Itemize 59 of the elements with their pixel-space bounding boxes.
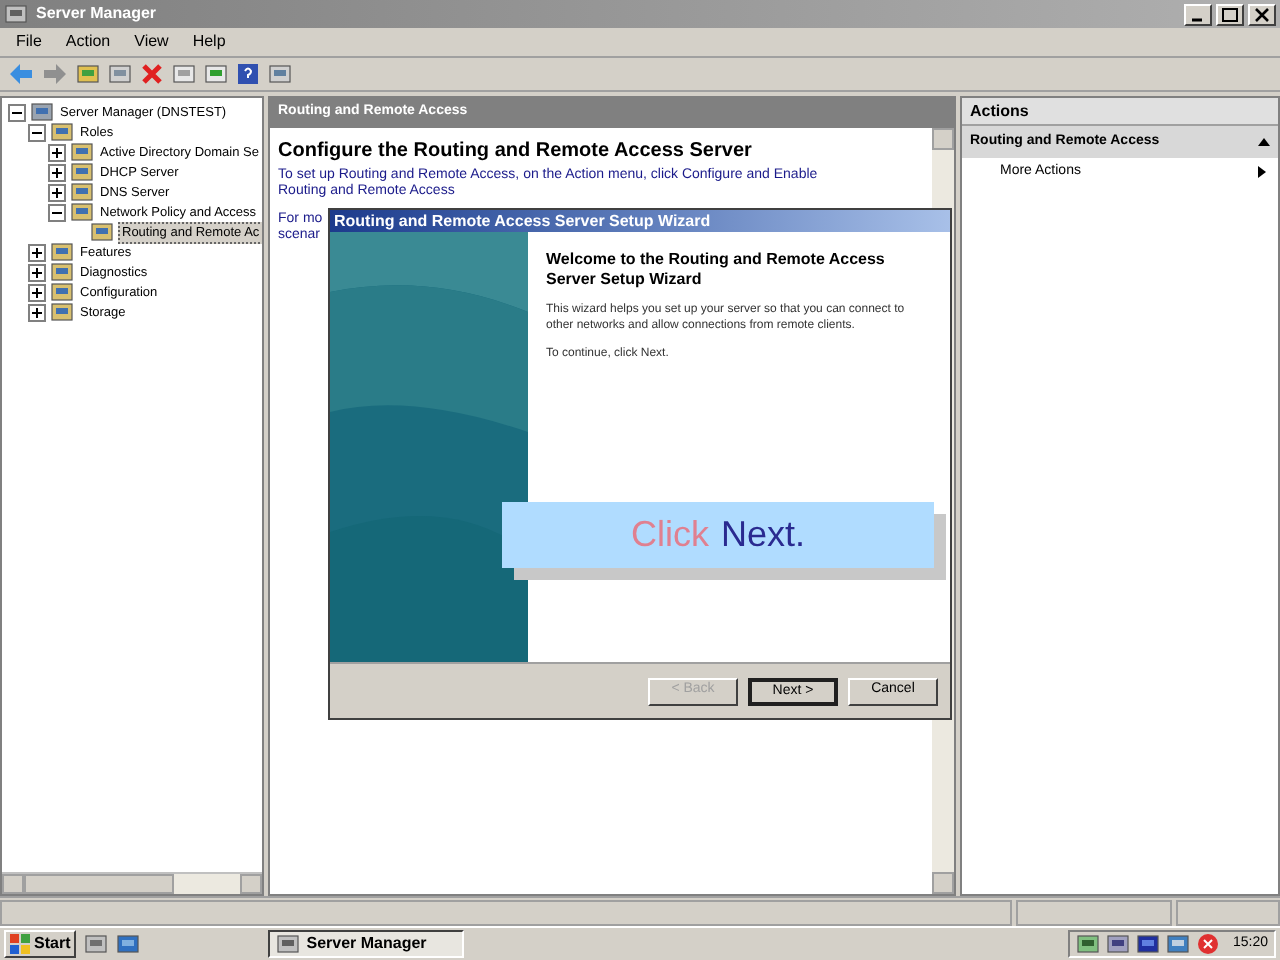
node-icon: [90, 220, 114, 244]
collapse-icon[interactable]: [1258, 138, 1270, 146]
submenu-arrow-icon: [1258, 166, 1266, 178]
alert-icon[interactable]: [1196, 932, 1221, 956]
expand-toggle[interactable]: [48, 163, 66, 181]
node-icon: [50, 240, 74, 264]
maximize-button[interactable]: [1216, 3, 1244, 25]
tray-icon: [1076, 932, 1101, 956]
dialog-heading: Welcome to the Routing and Remote Access Server Setup Wizard: [546, 250, 887, 290]
node-icon: [50, 280, 74, 304]
plus-icon: [50, 185, 64, 199]
taskbar-button[interactable]: Server Manager: [268, 930, 465, 958]
node-icon: [70, 200, 94, 224]
horizontal-scrollbar[interactable]: [2, 872, 262, 894]
callout-text: Next.: [720, 512, 805, 558]
desktop-icon: [116, 932, 141, 956]
menu-item[interactable]: View: [134, 30, 169, 54]
collapse-toggle[interactable]: [28, 123, 46, 141]
start-button[interactable]: Start: [4, 930, 77, 958]
collapse-toggle[interactable]: [48, 203, 66, 221]
expand-toggle[interactable]: [48, 143, 66, 161]
plus-icon: [30, 305, 44, 319]
expand-toggle[interactable]: [48, 183, 66, 201]
close-icon: [1254, 7, 1270, 21]
plus-icon: [30, 245, 44, 259]
panel-header: Actions: [962, 98, 1278, 126]
plus-icon: [50, 165, 64, 179]
minimize-button[interactable]: [1184, 3, 1212, 25]
node-icon: [30, 100, 54, 124]
node-icon: [70, 140, 94, 164]
node-icon: [50, 120, 74, 144]
menu-item[interactable]: Help: [192, 30, 226, 54]
tray-icon: [1136, 932, 1161, 956]
dialog-title-bar: Routing and Remote Access Server Setup Wizard: [330, 210, 950, 232]
close-button[interactable]: [1248, 3, 1276, 25]
app-icon: [4, 2, 28, 26]
delete-icon[interactable]: [140, 62, 164, 86]
plus-icon: [50, 145, 64, 159]
start-logo-icon: [10, 934, 30, 954]
tray-icon: [1106, 932, 1131, 956]
expand-toggle[interactable]: [28, 283, 46, 301]
plus-icon: [30, 265, 44, 279]
node-icon: [50, 260, 74, 284]
expand-toggle[interactable]: [28, 243, 46, 261]
expand-toggle[interactable]: [28, 263, 46, 281]
menu-item[interactable]: Action: [65, 30, 111, 54]
node-icon: [70, 160, 94, 184]
app-icon: [276, 932, 301, 956]
expand-toggle[interactable]: [28, 303, 46, 321]
callout-text: Click: [630, 512, 709, 558]
help-icon[interactable]: [236, 62, 260, 86]
maximize-icon: [1222, 7, 1238, 21]
menu-item[interactable]: File: [16, 30, 42, 54]
page-heading: Configure the Routing and Remote Access Server: [278, 140, 754, 164]
window-title: Server Manager: [36, 2, 157, 26]
node-icon: [50, 300, 74, 324]
plus-icon: [30, 285, 44, 299]
node-icon: [70, 180, 94, 204]
collapse-toggle[interactable]: [8, 103, 26, 121]
